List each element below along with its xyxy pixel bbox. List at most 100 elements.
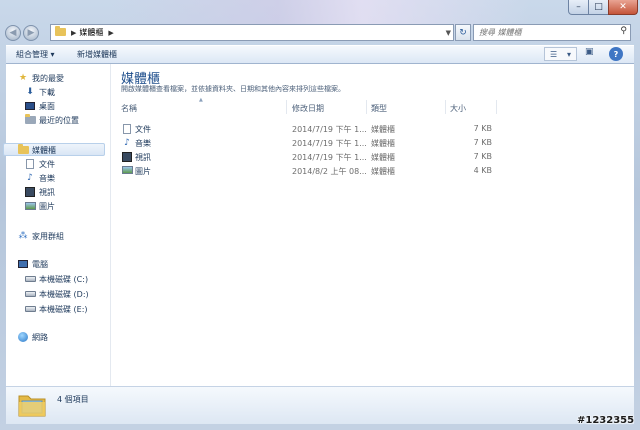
- column-divider[interactable]: [286, 100, 287, 114]
- refresh-button[interactable]: ↻: [455, 24, 471, 41]
- nav-lib-pictures[interactable]: 圖片: [24, 200, 55, 212]
- nav-downloads[interactable]: ⬇ 下載: [24, 86, 55, 98]
- watermark-text: #1232355: [577, 415, 635, 426]
- video-icon: [24, 186, 36, 198]
- nav-lib-documents[interactable]: 文件: [24, 158, 55, 170]
- column-header-date[interactable]: 修改日期: [292, 103, 324, 114]
- nav-drive-d[interactable]: 本機磁碟 (D:): [24, 288, 89, 300]
- star-icon: ★: [18, 73, 28, 83]
- column-header-name[interactable]: 名稱: [121, 103, 137, 114]
- nav-libraries[interactable]: 媒體櫃: [17, 144, 56, 156]
- search-input[interactable]: [479, 25, 609, 39]
- downloads-folder-icon: ⬇: [26, 87, 34, 97]
- maximize-icon: □: [594, 2, 603, 12]
- search-box[interactable]: ⚲: [473, 24, 631, 41]
- nav-downloads-label: 下載: [39, 87, 55, 97]
- file-size: 7 KB: [473, 138, 492, 147]
- nav-favorites[interactable]: ★ 我的最愛: [17, 72, 64, 84]
- nav-lib-documents-label: 文件: [39, 159, 55, 169]
- file-date: 2014/8/2 上午 08...: [292, 167, 367, 176]
- drive-icon: [24, 288, 36, 300]
- organize-button[interactable]: 組合管理 ▾: [16, 49, 55, 60]
- document-icon: [121, 123, 133, 135]
- view-details-icon: ☰: [549, 49, 558, 59]
- picture-icon: [121, 165, 133, 177]
- command-bar: 組合管理 ▾ 新增媒體櫃: [6, 45, 634, 64]
- item-count: 4 個項目: [57, 395, 89, 404]
- nav-network[interactable]: 網路: [17, 331, 48, 343]
- breadcrumb-separator-icon[interactable]: ▶: [108, 29, 113, 37]
- titlebar-glow: [110, 0, 530, 26]
- music-icon: ♪: [124, 138, 130, 148]
- nav-lib-music[interactable]: ♪ 音樂: [24, 172, 55, 184]
- library-description: 開啟媒體櫃查看檔案，並依據資料夾、日期和其他內容來排列這些檔案。: [121, 85, 345, 93]
- table-row[interactable]: 圖片 2014/8/2 上午 08... 媒體櫃 4 KB: [118, 165, 498, 177]
- file-date: 2014/7/19 下午 1...: [292, 139, 367, 148]
- file-name: 圖片: [135, 167, 151, 176]
- forward-arrow-icon: ▶: [27, 28, 35, 38]
- preview-pane-icon: ▣: [585, 47, 594, 57]
- nav-drive-e[interactable]: 本機磁碟 (E:): [24, 303, 88, 315]
- nav-drive-c-label: 本機磁碟 (C:): [39, 274, 89, 284]
- file-type: 媒體櫃: [371, 139, 395, 148]
- nav-computer-label: 電腦: [32, 259, 48, 269]
- column-divider[interactable]: [366, 100, 367, 114]
- nav-homegroup-label: 家用群組: [32, 231, 64, 241]
- breadcrumb-libraries[interactable]: 媒體櫃: [79, 27, 103, 38]
- nav-lib-videos-label: 視訊: [39, 187, 55, 197]
- breadcrumb-separator-icon[interactable]: ▶: [71, 29, 76, 37]
- nav-libraries-label: 媒體櫃: [32, 145, 56, 155]
- table-row[interactable]: ♪ 音樂 2014/7/19 下午 1... 媒體櫃 7 KB: [118, 137, 498, 149]
- file-name: 音樂: [135, 139, 151, 148]
- nav-drive-e-label: 本機磁碟 (E:): [39, 304, 88, 314]
- recent-places-icon: [24, 114, 36, 126]
- details-pane: [6, 386, 634, 424]
- nav-desktop-label: 桌面: [39, 101, 55, 111]
- column-divider[interactable]: [445, 100, 446, 114]
- table-row[interactable]: 視訊 2014/7/19 下午 1... 媒體櫃 7 KB: [118, 151, 498, 163]
- nav-computer[interactable]: 電腦: [17, 258, 48, 270]
- drive-icon: [24, 273, 36, 285]
- nav-homegroup[interactable]: ⁂ 家用群組: [17, 230, 65, 242]
- computer-icon: [17, 258, 29, 270]
- address-dropdown-icon[interactable]: ▼: [446, 29, 451, 37]
- column-header-type[interactable]: 類型: [371, 103, 387, 114]
- nav-network-label: 網路: [32, 332, 48, 342]
- nav-drive-d-label: 本機磁碟 (D:): [39, 289, 89, 299]
- file-type: 媒體櫃: [371, 167, 395, 176]
- help-icon: ?: [613, 49, 619, 59]
- column-divider[interactable]: [496, 100, 497, 114]
- nav-recent[interactable]: 最近的位置: [24, 114, 79, 126]
- file-date: 2014/7/19 下午 1...: [292, 125, 367, 134]
- libraries-large-icon: [17, 390, 47, 418]
- back-button[interactable]: ◀: [5, 25, 21, 41]
- video-icon: [121, 151, 133, 163]
- maximize-button[interactable]: □: [588, 0, 609, 15]
- new-library-button[interactable]: 新增媒體櫃: [77, 49, 117, 60]
- help-button[interactable]: ?: [609, 47, 623, 61]
- table-row[interactable]: 文件 2014/7/19 下午 1... 媒體櫃 7 KB: [118, 123, 498, 135]
- change-view-button[interactable]: ☰ ▾: [544, 47, 577, 61]
- close-icon: ✕: [619, 2, 627, 12]
- nav-lib-videos[interactable]: 視訊: [24, 186, 55, 198]
- search-icon[interactable]: ⚲: [620, 26, 627, 36]
- file-type: 媒體櫃: [371, 153, 395, 162]
- column-header-size[interactable]: 大小: [450, 103, 466, 114]
- file-size: 7 KB: [473, 124, 492, 133]
- sort-indicator-icon: ▲: [199, 97, 203, 103]
- file-size: 4 KB: [473, 166, 492, 175]
- forward-button[interactable]: ▶: [23, 25, 39, 41]
- drive-icon: [24, 303, 36, 315]
- file-name: 文件: [135, 125, 151, 134]
- minimize-button[interactable]: –: [568, 0, 589, 15]
- preview-pane-button[interactable]: ▣: [585, 47, 599, 61]
- libraries-icon: [17, 144, 29, 156]
- network-icon: [17, 331, 29, 343]
- close-button[interactable]: ✕: [608, 0, 638, 15]
- minimize-icon: –: [576, 2, 581, 12]
- refresh-icon: ↻: [459, 27, 467, 38]
- address-bar[interactable]: ▶ 媒體櫃 ▶ ▼: [50, 24, 454, 41]
- nav-drive-c[interactable]: 本機磁碟 (C:): [24, 273, 88, 285]
- nav-lib-music-label: 音樂: [39, 173, 55, 183]
- nav-desktop[interactable]: 桌面: [24, 100, 55, 112]
